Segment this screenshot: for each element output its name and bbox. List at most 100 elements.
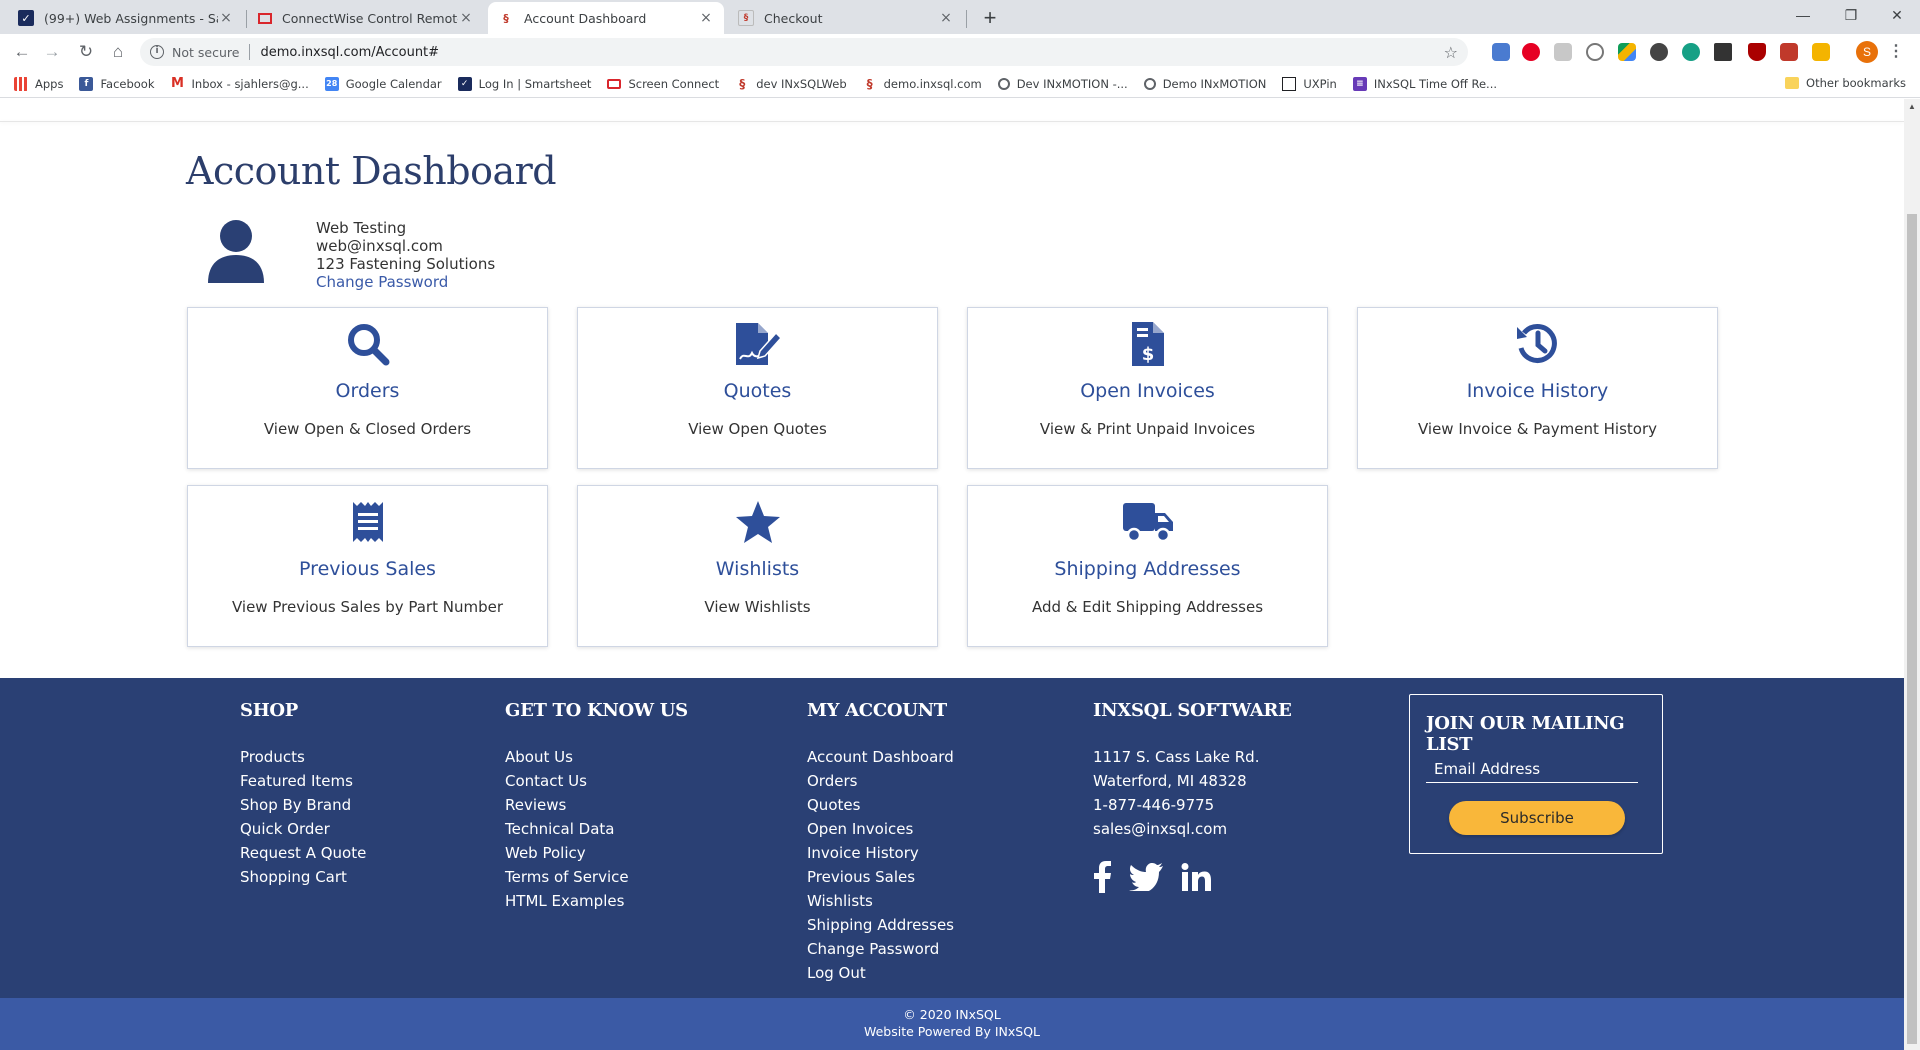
footer-link-technical-data[interactable]: Technical Data <box>505 817 688 841</box>
linkedin-icon[interactable] <box>1181 863 1211 891</box>
extension-icon[interactable] <box>1492 43 1510 61</box>
footer-link-featured-items[interactable]: Featured Items <box>240 769 366 793</box>
email-field[interactable]: Email Address <box>1426 755 1638 783</box>
profile-avatar[interactable]: S <box>1856 41 1878 63</box>
new-tab-button[interactable]: + <box>976 4 1004 32</box>
inxsql-icon: § <box>866 76 873 91</box>
close-icon[interactable]: × <box>698 10 714 26</box>
footer-link-quick-order[interactable]: Quick Order <box>240 817 366 841</box>
card-quotes[interactable]: Quotes View Open Quotes <box>577 307 938 469</box>
url-text[interactable]: demo.inxsql.com/Account# <box>260 45 439 60</box>
tab-connectwise[interactable]: ConnectWise Control Remote Su × <box>248 2 484 34</box>
footer-link-invoice-history[interactable]: Invoice History <box>807 841 954 865</box>
extension-icon[interactable] <box>1812 43 1830 61</box>
other-bookmarks[interactable]: Other bookmarks <box>1785 76 1906 90</box>
card-subtitle: View Open & Closed Orders <box>263 420 472 438</box>
apps-grid-icon <box>14 76 28 91</box>
tab-checkout[interactable]: § Checkout × <box>728 2 964 34</box>
footer-link-open-invoices[interactable]: Open Invoices <box>807 817 954 841</box>
back-button[interactable]: ← <box>8 38 36 66</box>
footer-link-previous-sales[interactable]: Previous Sales <box>807 865 954 889</box>
page-scrollbar[interactable]: ▲ <box>1904 99 1920 1050</box>
page-title: Account Dashboard <box>186 149 557 193</box>
footer-link-shop-by-brand[interactable]: Shop By Brand <box>240 793 366 817</box>
folder-icon <box>1785 77 1800 89</box>
bookmark-google-calendar[interactable]: 28 Google Calendar <box>324 76 442 91</box>
close-icon[interactable]: × <box>458 10 474 26</box>
pinterest-icon[interactable] <box>1522 43 1540 61</box>
tab-account-dashboard[interactable]: § Account Dashboard × <box>488 2 724 34</box>
card-shipping-addresses[interactable]: Shipping Addresses Add & Edit Shipping A… <box>967 485 1328 647</box>
company-email[interactable]: sales@inxsql.com <box>1093 817 1292 841</box>
footer-link-html-examples[interactable]: HTML Examples <box>505 889 688 913</box>
footer-get-to-know-us: GET TO KNOW US About Us Contact Us Revie… <box>505 700 688 913</box>
info-icon[interactable]: i <box>150 45 164 59</box>
subscribe-button[interactable]: Subscribe <box>1449 801 1625 835</box>
twitter-icon[interactable] <box>1129 863 1163 891</box>
menu-icon[interactable]: ⋮ <box>1888 40 1904 64</box>
footer-link-change-password[interactable]: Change Password <box>807 937 954 961</box>
user-icon <box>208 220 264 283</box>
card-invoice-history[interactable]: Invoice History View Invoice & Payment H… <box>1357 307 1718 469</box>
google-drive-icon[interactable] <box>1618 43 1636 61</box>
bookmark-smartsheet[interactable]: ✓ Log In | Smartsheet <box>457 76 591 91</box>
bookmark-demo-inxsql[interactable]: § demo.inxsql.com <box>863 77 982 91</box>
bookmark-star-icon[interactable]: ☆ <box>1444 43 1458 62</box>
facebook-icon[interactable] <box>1093 861 1111 893</box>
footer-link-web-policy[interactable]: Web Policy <box>505 841 688 865</box>
footer-link-log-out[interactable]: Log Out <box>807 961 954 985</box>
reload-button[interactable]: ↻ <box>72 38 100 66</box>
maximize-button[interactable]: ❐ <box>1828 0 1874 30</box>
footer-link-terms[interactable]: Terms of Service <box>505 865 688 889</box>
card-wishlists[interactable]: Wishlists View Wishlists <box>577 485 938 647</box>
footer-link-shopping-cart[interactable]: Shopping Cart <box>240 865 366 889</box>
home-button[interactable]: ⌂ <box>104 38 132 66</box>
bookmark-inbox[interactable]: M Inbox - sjahlers@g... <box>171 76 309 91</box>
footer-link-products[interactable]: Products <box>240 745 366 769</box>
card-previous-sales[interactable]: Previous Sales View Previous Sales by Pa… <box>187 485 548 647</box>
scrollbar-thumb[interactable] <box>1907 214 1917 1044</box>
extension-icon[interactable] <box>1682 43 1700 61</box>
company-phone[interactable]: 1-877-446-9775 <box>1093 793 1292 817</box>
extension-icon[interactable] <box>1650 43 1668 61</box>
footer-link-orders[interactable]: Orders <box>807 769 954 793</box>
svg-text:$: $ <box>1141 344 1154 365</box>
bookmark-dev-inxsqlweb[interactable]: § dev INxSQLWeb <box>735 77 846 91</box>
footer-link-request-quote[interactable]: Request A Quote <box>240 841 366 865</box>
bookmark-time-off[interactable]: ≡ INxSQL Time Off Re... <box>1352 76 1497 91</box>
card-open-invoices[interactable]: $ Open Invoices View & Print Unpaid Invo… <box>967 307 1328 469</box>
bookmark-apps[interactable]: Apps <box>14 76 63 91</box>
tab-web-assignments[interactable]: ✓ (99+) Web Assignments - Sara - × <box>8 2 244 34</box>
pdf-icon[interactable] <box>1780 43 1798 61</box>
profile-email: web@inxsql.com <box>316 237 443 255</box>
card-subtitle: View Open Quotes <box>688 420 827 438</box>
footer-my-account: MY ACCOUNT Account Dashboard Orders Quot… <box>807 700 954 985</box>
address-bar[interactable]: i Not secure demo.inxsql.com/Account# ☆ <box>140 38 1468 66</box>
site-footer: SHOP Products Featured Items Shop By Bra… <box>0 678 1904 998</box>
footer-link-reviews[interactable]: Reviews <box>505 793 688 817</box>
forward-button[interactable]: → <box>38 38 66 66</box>
bookmark-screen-connect[interactable]: Screen Connect <box>607 77 719 91</box>
footer-link-account-dashboard[interactable]: Account Dashboard <box>807 745 954 769</box>
close-icon[interactable]: × <box>218 10 234 26</box>
bookmark-demo-inxmotion[interactable]: Demo INxMOTION <box>1143 77 1266 91</box>
extension-icon[interactable] <box>1586 43 1604 61</box>
close-icon[interactable]: × <box>938 10 954 26</box>
footer-link-wishlists[interactable]: Wishlists <box>807 889 954 913</box>
window-close-button[interactable]: ✕ <box>1874 0 1920 30</box>
ublock-icon[interactable] <box>1748 43 1766 61</box>
footer-link-about-us[interactable]: About Us <box>505 745 688 769</box>
scroll-up-arrow[interactable]: ▲ <box>1904 99 1920 115</box>
bookmark-facebook[interactable]: f Facebook <box>79 76 155 91</box>
footer-link-shipping-addresses[interactable]: Shipping Addresses <box>807 913 954 937</box>
minimize-button[interactable]: — <box>1780 0 1826 30</box>
bookmark-dev-inxmotion[interactable]: Dev INxMOTION -... <box>997 77 1128 91</box>
change-password-link[interactable]: Change Password <box>316 273 616 291</box>
footer-link-quotes[interactable]: Quotes <box>807 793 954 817</box>
extension-icon[interactable] <box>1714 43 1732 61</box>
footer-link-contact-us[interactable]: Contact Us <box>505 769 688 793</box>
invoice-dollar-icon: $ <box>968 320 1327 368</box>
bookmark-uxpin[interactable]: UXPin <box>1282 76 1337 91</box>
card-orders[interactable]: Orders View Open & Closed Orders <box>187 307 548 469</box>
extension-icon[interactable] <box>1554 43 1572 61</box>
